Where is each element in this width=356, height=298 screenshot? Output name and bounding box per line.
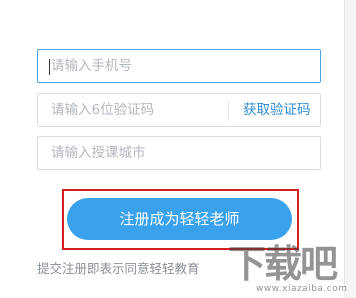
teaching-city-field[interactable]: [37, 136, 321, 170]
agreement-text: 提交注册即表示同意轻轻教育: [37, 261, 200, 276]
registration-card: 获取验证码 注册成为轻轻老师 提交注册即表示同意轻轻教育: [0, 0, 344, 298]
verification-code-field[interactable]: 获取验证码: [37, 93, 321, 127]
field-divider: [228, 101, 229, 121]
verification-code-input[interactable]: [38, 94, 228, 126]
text-caret: [49, 59, 50, 75]
get-code-button[interactable]: 获取验证码: [243, 94, 311, 126]
page-edge: [344, 0, 356, 298]
phone-input[interactable]: [38, 50, 320, 82]
teaching-city-input[interactable]: [38, 137, 320, 169]
register-teacher-button[interactable]: 注册成为轻轻老师: [67, 198, 292, 240]
phone-field[interactable]: [37, 49, 321, 83]
